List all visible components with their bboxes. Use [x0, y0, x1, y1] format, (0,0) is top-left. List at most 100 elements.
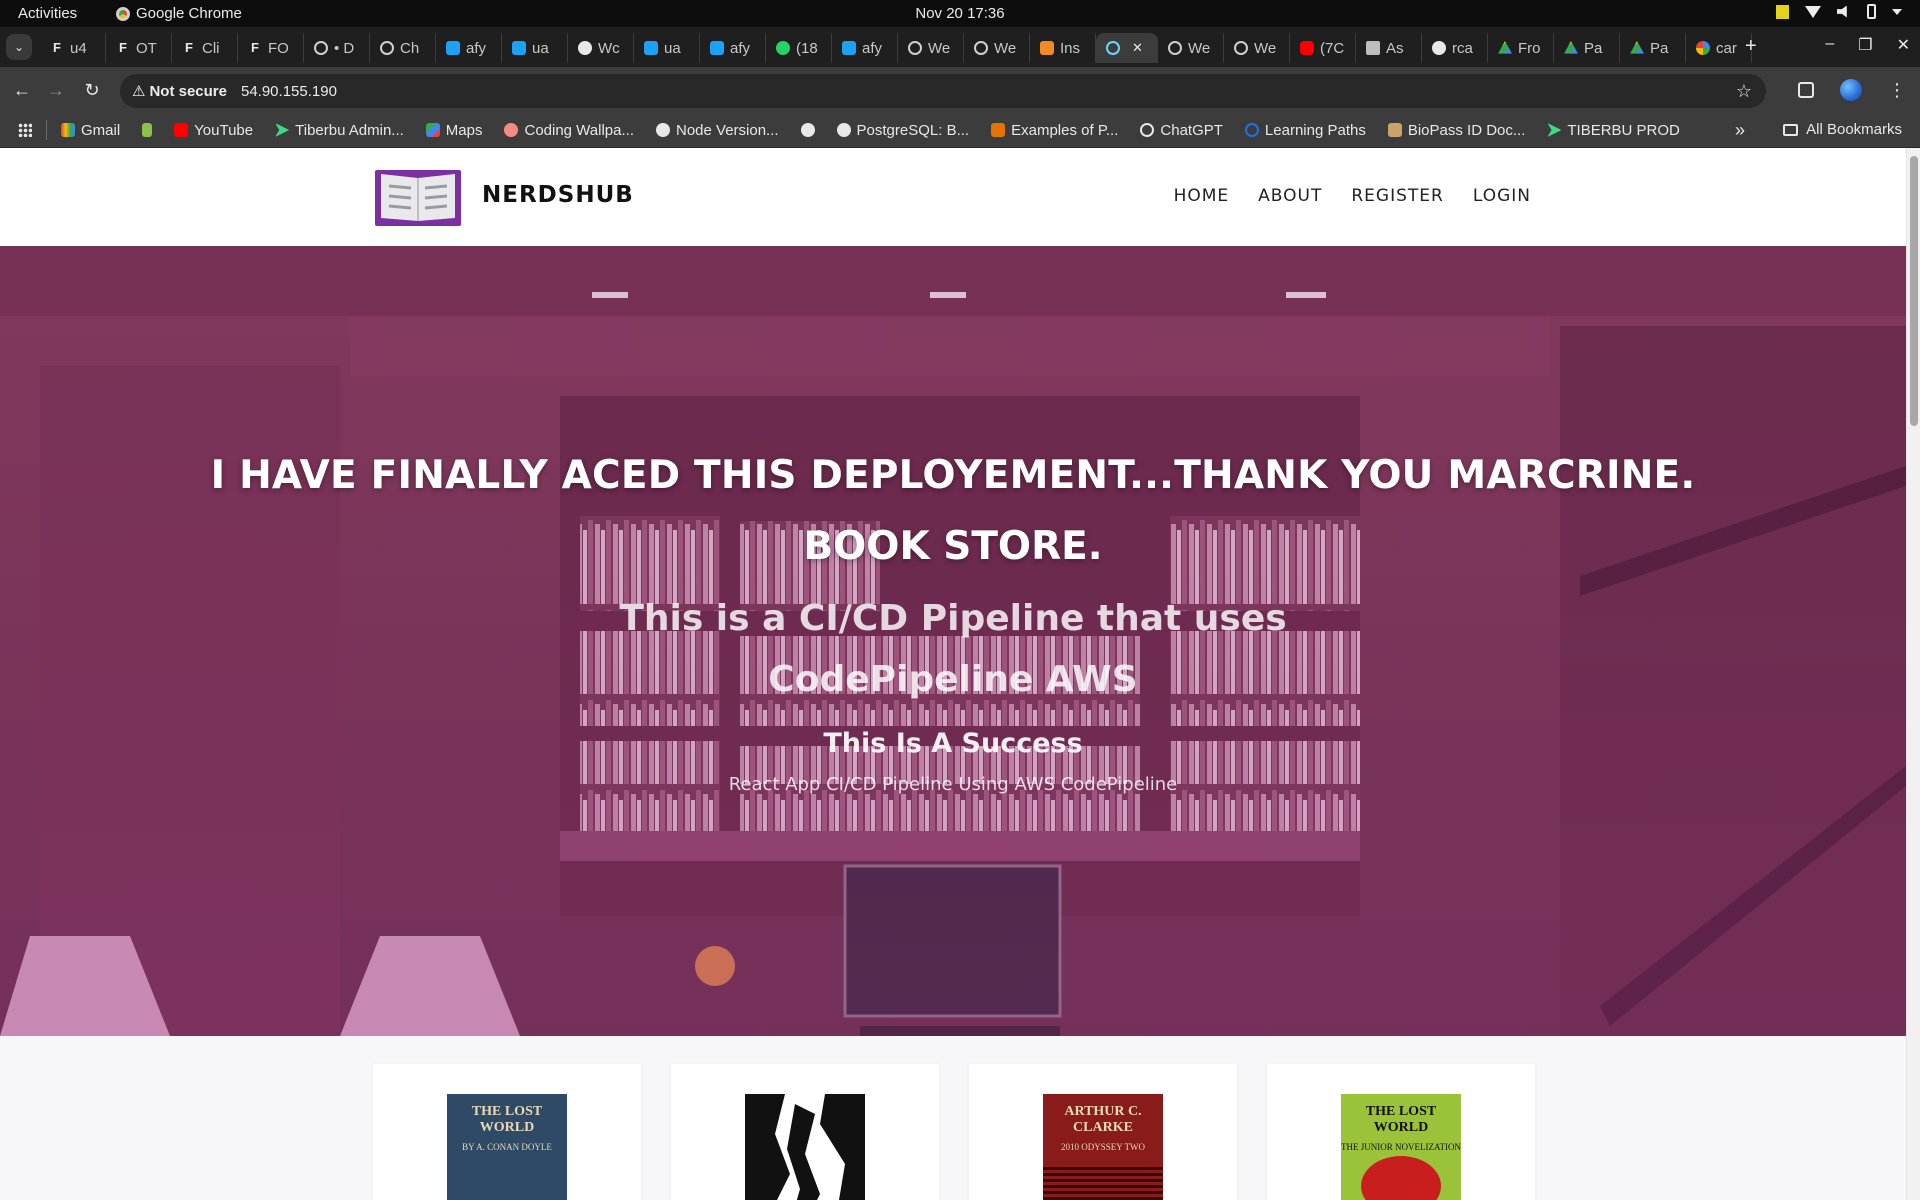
- new-tab-button[interactable]: +: [1745, 35, 1757, 58]
- circle-icon: [1168, 41, 1182, 55]
- blue-icon: [710, 41, 724, 55]
- browser-tab[interactable]: rca: [1422, 33, 1488, 63]
- nav-about[interactable]: ABOUT: [1258, 186, 1322, 206]
- window-controls: – ❐ ✕: [1825, 35, 1910, 55]
- browser-tab[interactable]: We: [964, 33, 1030, 63]
- extensions-icon[interactable]: [1798, 82, 1814, 98]
- browser-tab[interactable]: Pa: [1620, 33, 1686, 63]
- back-button[interactable]: ←: [10, 78, 34, 102]
- bookmark-item[interactable]: Node Version...: [655, 122, 779, 139]
- more-bookmarks-icon[interactable]: »: [1735, 120, 1745, 141]
- apps-icon[interactable]: [18, 123, 32, 137]
- bookmark-item[interactable]: Learning Paths: [1244, 122, 1366, 139]
- stack-icon: [991, 123, 1006, 137]
- bookmark-item[interactable]: Maps: [425, 121, 483, 139]
- brand-name[interactable]: NERDSHUB: [482, 182, 634, 208]
- tab-label: Pa: [1650, 39, 1669, 57]
- browser-tab[interactable]: ua: [502, 33, 568, 63]
- browser-tab[interactable]: (18: [766, 33, 832, 63]
- tab-strip: ⌄ Fu4 F OT F Cli F FO • D Ch afy ua Wc ua afy (18 afy We…: [0, 27, 1920, 67]
- browser-tab[interactable]: We: [898, 33, 964, 63]
- orange-icon: [1040, 41, 1054, 55]
- app-name-label: Google Chrome: [136, 5, 242, 22]
- address-bar[interactable]: ⚠ Not secure 54.90.155.190 ☆: [120, 74, 1766, 108]
- browser-tab[interactable]: Fro: [1488, 33, 1554, 63]
- bookmark-item[interactable]: [800, 123, 815, 137]
- tab-search-button[interactable]: ⌄: [6, 34, 32, 60]
- browser-tab[interactable]: Ins: [1030, 33, 1096, 63]
- browser-tab[interactable]: • D: [304, 33, 370, 63]
- browser-tab[interactable]: F Cli: [172, 33, 238, 63]
- hero-overlay: [0, 246, 1906, 1036]
- bookmark-item[interactable]: YouTube: [174, 122, 253, 139]
- book-cover-image[interactable]: ARTHUR C. CLARKE 2010 ODYSSEY TWO: [1043, 1094, 1163, 1200]
- activities-button[interactable]: Activities: [18, 5, 77, 22]
- bookmark-item[interactable]: Tiberbu Admin...: [275, 122, 404, 139]
- close-window-icon[interactable]: ✕: [1897, 35, 1910, 55]
- book-cover-image[interactable]: THE LOST WORLD BY A. CONAN DOYLE: [447, 1094, 567, 1200]
- nav-register[interactable]: REGISTER: [1351, 186, 1443, 206]
- wifi-icon: [1805, 5, 1821, 18]
- scrollbar-thumb[interactable]: [1910, 156, 1918, 426]
- bookmark-item[interactable]: [142, 123, 153, 137]
- bookmark-item[interactable]: BioPass ID Doc...: [1387, 122, 1525, 139]
- forward-button[interactable]: →: [44, 78, 68, 102]
- clock[interactable]: Nov 20 17:36: [915, 5, 1004, 22]
- bookmark-item[interactable]: PostgreSQL: B...: [836, 122, 969, 139]
- minimize-icon[interactable]: –: [1825, 35, 1834, 55]
- bookmark-star-icon[interactable]: ☆: [1736, 81, 1752, 102]
- close-tab-icon[interactable]: ✕: [1132, 40, 1143, 56]
- bookmark-item[interactable]: Coding Wallpa...: [504, 122, 634, 139]
- profile-avatar[interactable]: [1840, 79, 1862, 101]
- book-card[interactable]: THE LOST WORLD THE JUNIOR NOVELIZATION: [1267, 1064, 1535, 1200]
- browser-tab[interactable]: Pa: [1554, 33, 1620, 63]
- browser-tab[interactable]: We: [1158, 33, 1224, 63]
- page-scrollbar[interactable]: [1906, 148, 1920, 1200]
- f-icon: F: [119, 40, 127, 55]
- all-bookmarks-button[interactable]: All Bookmarks: [1783, 121, 1902, 138]
- chatgpt-icon: [380, 41, 394, 55]
- bookmark-item[interactable]: Gmail: [61, 122, 120, 139]
- os-top-bar: Activities Google Chrome Nov 20 17:36: [0, 0, 1920, 27]
- book-cover-image[interactable]: [745, 1094, 865, 1200]
- nav-home[interactable]: HOME: [1174, 186, 1230, 206]
- browser-tab[interactable]: afy: [700, 33, 766, 63]
- bookmark-label: ChatGPT: [1160, 121, 1223, 139]
- tab-active[interactable]: ✕: [1096, 33, 1158, 63]
- browser-tab[interactable]: afy: [436, 33, 502, 63]
- bookmark-item[interactable]: ChatGPT: [1140, 122, 1223, 139]
- bookmark-item[interactable]: TIBERBU PROD: [1547, 122, 1680, 139]
- notes-icon[interactable]: [1776, 4, 1789, 19]
- browser-tab[interactable]: F FO: [238, 33, 304, 63]
- browser-tab[interactable]: afy: [832, 33, 898, 63]
- more-menu-icon[interactable]: ⋮: [1888, 80, 1906, 101]
- bookmark-label: Tiberbu Admin...: [295, 121, 404, 139]
- hero-store-title: BOOK STORE.: [803, 524, 1103, 569]
- book-logo-icon[interactable]: [373, 166, 463, 226]
- browser-tab[interactable]: Wc: [568, 33, 634, 63]
- browser-tab[interactable]: Ch: [370, 33, 436, 63]
- bookmark-item[interactable]: Examples of P...: [991, 122, 1118, 139]
- book-cover-image[interactable]: THE LOST WORLD THE JUNIOR NOVELIZATION: [1341, 1094, 1461, 1200]
- chatgpt-icon: [1140, 123, 1155, 137]
- browser-tab[interactable]: F OT: [106, 33, 172, 63]
- book-card[interactable]: [671, 1064, 939, 1200]
- system-tray[interactable]: [1776, 4, 1902, 19]
- browser-tab[interactable]: ua: [634, 33, 700, 63]
- bookmark-label: Maps: [445, 121, 483, 139]
- browser-tab[interactable]: As: [1356, 33, 1422, 63]
- book-card[interactable]: ARTHUR C. CLARKE 2010 ODYSSEY TWO: [969, 1064, 1237, 1200]
- nav-login[interactable]: LOGIN: [1473, 186, 1531, 206]
- security-label[interactable]: Not secure: [149, 83, 227, 100]
- drive-icon: [1630, 41, 1644, 54]
- warning-icon[interactable]: ⚠: [132, 82, 145, 100]
- url-text[interactable]: 54.90.155.190: [241, 83, 337, 100]
- browser-tab[interactable]: (7C: [1290, 33, 1356, 63]
- app-menu[interactable]: Google Chrome: [116, 5, 242, 22]
- browser-tab[interactable]: We: [1224, 33, 1290, 63]
- book-card[interactable]: THE LOST WORLD BY A. CONAN DOYLE: [373, 1064, 641, 1200]
- browser-tab[interactable]: car: [1686, 33, 1752, 63]
- reload-button[interactable]: ↻: [80, 78, 104, 102]
- restore-icon[interactable]: ❐: [1858, 35, 1872, 55]
- browser-tab[interactable]: Fu4: [40, 33, 106, 63]
